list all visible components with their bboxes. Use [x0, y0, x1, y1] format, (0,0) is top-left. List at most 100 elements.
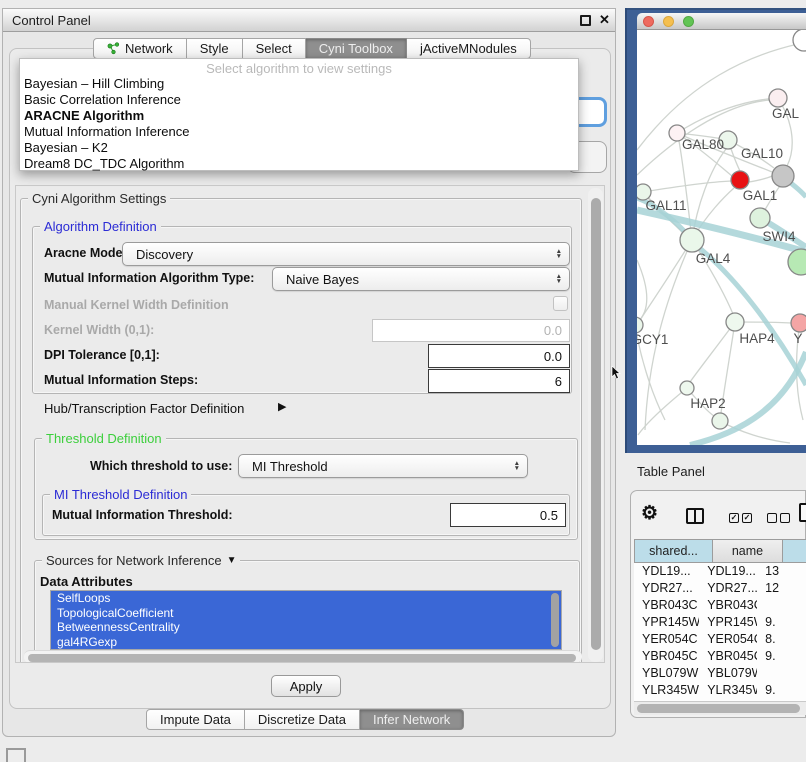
control-panel-tabs: NetworkStyleSelectCyni Toolbox jActiveMNo…: [93, 38, 531, 59]
deselect-all-checkbox-icon[interactable]: [780, 513, 790, 523]
network-edge[interactable]: [643, 181, 731, 192]
float-window-icon[interactable]: [580, 15, 591, 26]
tab-impute-data[interactable]: Impute Data: [146, 709, 245, 730]
network-edge[interactable]: [677, 98, 778, 133]
which-threshold-select[interactable]: MI Threshold ▲▼: [238, 454, 528, 478]
table-row[interactable]: YBL079WYBL079W: [634, 665, 806, 682]
network-node[interactable]: [637, 317, 643, 333]
mi-threshold-definition-title: MI Threshold Definition: [50, 487, 191, 502]
mi-type-label: Mutual Information Algorithm Type:: [44, 271, 254, 285]
tab-label: jActiveMNodules: [420, 41, 517, 56]
attribute-item[interactable]: TopologicalCoefficient: [51, 606, 561, 621]
tab-jactivemnodules[interactable]: jActiveMNodules: [407, 38, 531, 59]
algorithm-option[interactable]: Mutual Information Inference: [20, 124, 578, 140]
docked-panel-icon[interactable]: [6, 748, 26, 762]
network-canvas[interactable]: GALGAL80GAL10GAL1GAL11SWI4GAL4GCY1HAP4YH…: [637, 30, 806, 445]
network-node[interactable]: [791, 314, 806, 332]
table-cell: 8.: [757, 631, 806, 648]
network-node[interactable]: [750, 208, 770, 228]
settings-horizontal-scrollbar[interactable]: [24, 650, 582, 663]
column-header[interactable]: A: [783, 539, 806, 563]
select-all-checkbox-icon[interactable]: ✓: [742, 513, 752, 523]
column-header[interactable]: name: [713, 539, 783, 563]
network-view-frame[interactable]: GALGAL80GAL10GAL1GAL11SWI4GAL4GCY1HAP4YH…: [625, 8, 806, 453]
network-window-titlebar[interactable]: [637, 13, 806, 30]
algorithm-definition-title: Algorithm Definition: [40, 219, 161, 234]
tab-cyni-toolbox[interactable]: Cyni Toolbox: [306, 38, 407, 59]
network-edge[interactable]: [690, 322, 735, 382]
network-node[interactable]: [793, 30, 806, 51]
desktop: Control Panel ✕ NetworkStyleSelectCyni T…: [0, 0, 806, 762]
control-panel-titlebar[interactable]: Control Panel ✕: [3, 9, 615, 32]
table-cell: YER054C: [634, 631, 699, 648]
network-node[interactable]: [788, 249, 806, 275]
gear-icon[interactable]: ⚙: [641, 504, 658, 523]
network-node-label: GAL80: [682, 137, 724, 152]
kernel-width-input[interactable]: 0.0: [372, 319, 570, 342]
hub-definition-label[interactable]: Hub/Transcription Factor Definition: [44, 401, 244, 416]
expanded-arrow-icon[interactable]: ▼: [227, 555, 237, 566]
dpi-tolerance-label: DPI Tolerance [0,1]:: [44, 348, 160, 362]
table-cell: YER054C: [699, 631, 757, 648]
network-node-label: HAP2: [690, 396, 725, 411]
tab-network[interactable]: Network: [93, 38, 187, 59]
algorithm-option[interactable]: Basic Correlation Inference: [20, 92, 578, 108]
algorithm-option[interactable]: Bayesian – Hill Climbing: [20, 76, 578, 92]
tab-infer-network[interactable]: Infer Network: [360, 709, 464, 730]
tab-style[interactable]: Style: [187, 38, 243, 59]
dpi-tolerance-input[interactable]: 0.0: [428, 344, 570, 368]
mi-threshold-label: Mutual Information Threshold:: [52, 508, 233, 522]
network-node[interactable]: [712, 413, 728, 429]
manual-kernel-checkbox[interactable]: [553, 296, 568, 311]
attribute-item[interactable]: BetweennessCentrality: [51, 620, 561, 635]
close-traffic-light-icon[interactable]: [643, 16, 654, 27]
split-columns-icon[interactable]: [686, 508, 704, 524]
data-attributes-label: Data Attributes: [40, 574, 133, 589]
tab-discretize-data[interactable]: Discretize Data: [245, 709, 360, 730]
algorithm-option[interactable]: Dream8 DC_TDC Algorithm: [20, 156, 578, 172]
attribute-item[interactable]: SelfLoops: [51, 591, 561, 606]
algorithm-option[interactable]: ARACNE Algorithm: [20, 108, 578, 124]
table-header: shared...nameA: [634, 539, 806, 563]
tab-select[interactable]: Select: [243, 38, 306, 59]
table-horizontal-scrollbar[interactable]: [634, 701, 806, 715]
apply-button[interactable]: Apply: [271, 675, 341, 697]
table-row[interactable]: YBR043CYBR043C: [634, 597, 806, 614]
table-row[interactable]: YBR045CYBR045C9.: [634, 648, 806, 665]
data-attributes-list[interactable]: SelfLoopsTopologicalCoefficientBetweenne…: [50, 590, 562, 650]
select-all-checkbox-icon[interactable]: ✓: [729, 513, 739, 523]
network-node[interactable]: [726, 313, 744, 331]
list-scrollbar[interactable]: [551, 593, 559, 647]
table-row[interactable]: YER054CYER054C8.: [634, 631, 806, 648]
network-node-label: GAL1: [743, 188, 778, 203]
algorithm-option[interactable]: Bayesian – K2: [20, 140, 578, 156]
table-row[interactable]: YDR27...YDR27...12: [634, 580, 806, 597]
mi-threshold-input[interactable]: 0.5: [450, 503, 566, 527]
aracne-mode-select[interactable]: Discovery ▲▼: [122, 242, 570, 266]
network-node[interactable]: [680, 381, 694, 395]
threshold-definition-title: Threshold Definition: [42, 431, 166, 446]
table-row[interactable]: YDL19...YDL19...13: [634, 563, 806, 580]
table-row[interactable]: YLR345WYLR345W9.: [634, 682, 806, 699]
column-header[interactable]: shared...: [634, 539, 713, 563]
mi-type-select[interactable]: Naive Bayes ▲▼: [272, 267, 570, 291]
collapsed-arrow-icon[interactable]: ▶: [278, 400, 286, 413]
network-node[interactable]: [769, 89, 787, 107]
settings-vertical-scrollbar[interactable]: [588, 188, 603, 662]
network-node[interactable]: [680, 228, 704, 252]
zoom-traffic-light-icon[interactable]: [683, 16, 694, 27]
which-threshold-value: MI Threshold: [252, 459, 328, 474]
aracne-mode-label: Aracne Mode:: [44, 246, 127, 260]
close-window-icon[interactable]: ✕: [599, 12, 610, 28]
network-edge[interactable]: [749, 176, 772, 182]
document-icon[interactable]: [799, 503, 806, 522]
mi-steps-input[interactable]: 6: [428, 369, 570, 393]
deselect-all-checkbox-icon[interactable]: [767, 513, 777, 523]
attribute-item[interactable]: gal4RGexp: [51, 635, 561, 650]
spinner-icon: ▲▼: [556, 249, 562, 259]
network-node-label: SWI4: [762, 229, 795, 244]
network-node[interactable]: [731, 171, 749, 189]
minimize-traffic-light-icon[interactable]: [663, 16, 674, 27]
table-row[interactable]: YPR145WYPR145W9.: [634, 614, 806, 631]
network-node[interactable]: [772, 165, 794, 187]
